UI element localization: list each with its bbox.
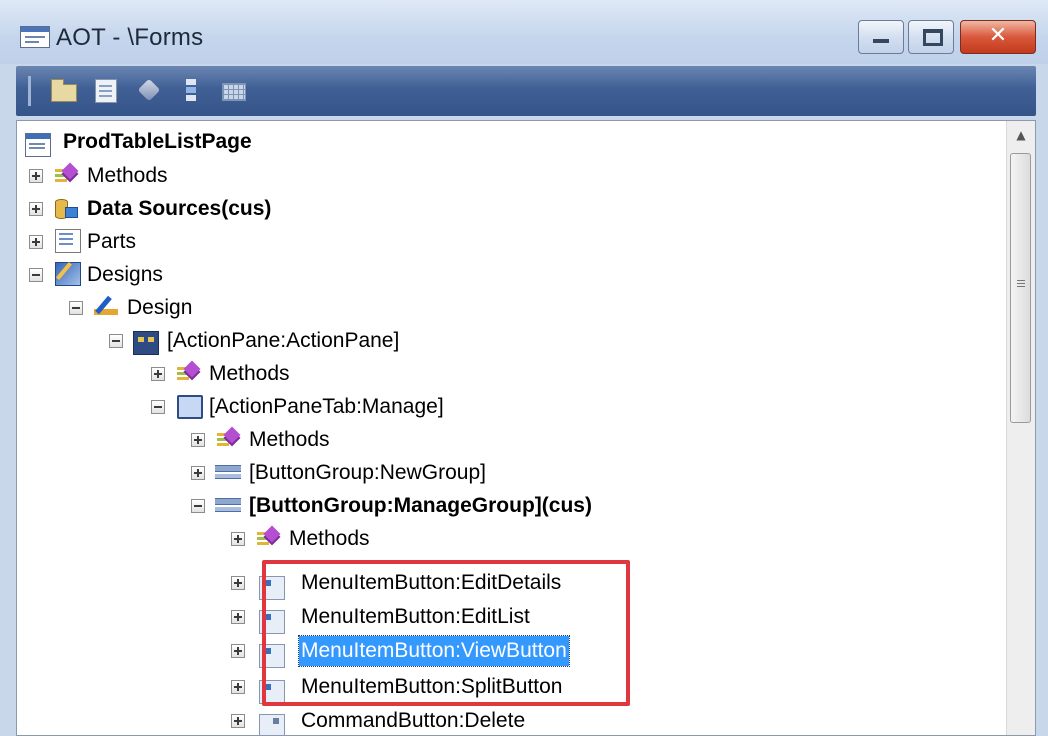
tree-node-label: Methods xyxy=(289,527,370,550)
grid-button[interactable] xyxy=(220,77,246,103)
tree-node-label: [ActionPaneTab:Manage] xyxy=(209,395,444,418)
grid-icon xyxy=(222,83,246,101)
data-sources-icon xyxy=(53,196,79,220)
compile-button[interactable] xyxy=(136,77,162,103)
tree-node-label: CommandButton:Delete xyxy=(301,709,526,732)
methods-icon xyxy=(255,526,281,550)
tree-node-label: MenuItemButton:EditDetails xyxy=(301,571,562,594)
form-window-icon xyxy=(20,26,50,48)
tree-node-label: ProdTableListPage xyxy=(63,130,252,153)
expand-icon[interactable] xyxy=(29,235,43,249)
minimize-icon xyxy=(873,39,889,43)
design-icon xyxy=(93,295,119,319)
tree-node-label: MenuItemButton:EditList xyxy=(301,605,530,628)
expand-icon[interactable] xyxy=(151,367,165,381)
button-group-icon xyxy=(215,460,241,484)
menu-item-button-icon xyxy=(259,610,285,634)
form-icon xyxy=(25,133,51,157)
collapse-icon[interactable] xyxy=(151,400,165,414)
tree-node-label: [ButtonGroup:ManageGroup](cus) xyxy=(249,494,592,517)
tree-node-label: Methods xyxy=(87,164,168,187)
collapse-icon[interactable] xyxy=(29,268,43,282)
toolbar xyxy=(16,66,1036,116)
close-icon: ✕ xyxy=(988,23,1008,48)
maximize-icon xyxy=(923,29,943,46)
properties-button[interactable] xyxy=(92,77,118,103)
expand-icon[interactable] xyxy=(29,169,43,183)
toolbar-grip[interactable] xyxy=(28,76,31,106)
methods-icon xyxy=(215,427,241,451)
expand-icon[interactable] xyxy=(231,680,245,694)
expand-icon[interactable] xyxy=(191,433,205,447)
tree-node-label: MenuItemButton:ViewButton xyxy=(298,635,570,667)
designs-icon xyxy=(55,262,81,286)
tree-node-label: [ActionPane:ActionPane] xyxy=(167,329,400,352)
tree-node-label: [ButtonGroup:NewGroup] xyxy=(249,461,486,484)
menu-item-button-icon xyxy=(259,576,285,600)
methods-icon xyxy=(53,163,79,187)
tree-icon xyxy=(186,79,196,85)
expand-icon[interactable] xyxy=(231,644,245,658)
menu-item-button-icon xyxy=(259,644,285,668)
close-button[interactable]: ✕ xyxy=(960,20,1036,54)
scrollbar-thumb[interactable] xyxy=(1010,153,1031,423)
expand-icon[interactable] xyxy=(231,714,245,728)
expand-icon[interactable] xyxy=(231,576,245,590)
button-group-icon xyxy=(215,493,241,517)
collapse-icon[interactable] xyxy=(109,334,123,348)
tree-node-label: Designs xyxy=(87,263,163,286)
tree-node-label: Data Sources(cus) xyxy=(87,197,272,220)
parts-icon xyxy=(55,229,81,253)
title-bar[interactable]: AOT - \Forms ✕ xyxy=(0,0,1048,64)
action-pane-tab-icon xyxy=(177,395,203,419)
methods-icon xyxy=(175,361,201,385)
tree-node-label: Methods xyxy=(249,428,330,451)
window-title: AOT - \Forms xyxy=(56,24,204,51)
open-button[interactable] xyxy=(50,77,77,103)
tree-node-label: MenuItemButton:SplitButton xyxy=(301,675,563,698)
aot-tree-pane: ProdTableListPage Methods Data Sources(c… xyxy=(16,120,1036,736)
command-button-icon xyxy=(259,714,285,735)
expand-icon[interactable] xyxy=(231,610,245,624)
maximize-button[interactable] xyxy=(908,20,954,54)
action-pane-icon xyxy=(133,331,159,355)
menu-item-button-icon xyxy=(259,680,285,704)
expand-icon[interactable] xyxy=(231,532,245,546)
vertical-scrollbar[interactable]: ▲ xyxy=(1006,121,1035,735)
scroll-up-icon[interactable]: ▲ xyxy=(1007,121,1035,149)
expand-icon[interactable] xyxy=(29,202,43,216)
tree-node-label: Methods xyxy=(209,362,290,385)
minimize-button[interactable] xyxy=(858,20,904,54)
tree-node-label: Design xyxy=(127,296,193,319)
compile-icon xyxy=(137,78,161,102)
aot-window: AOT - \Forms ✕ ProdTableListPage Methods… xyxy=(0,0,1048,736)
collapse-icon[interactable] xyxy=(191,499,205,513)
expand-icon[interactable] xyxy=(191,466,205,480)
tree-node-label: Parts xyxy=(87,230,137,253)
properties-icon xyxy=(95,79,117,103)
collapse-icon[interactable] xyxy=(69,301,83,315)
tree-button[interactable] xyxy=(180,77,206,103)
open-icon xyxy=(51,79,77,102)
